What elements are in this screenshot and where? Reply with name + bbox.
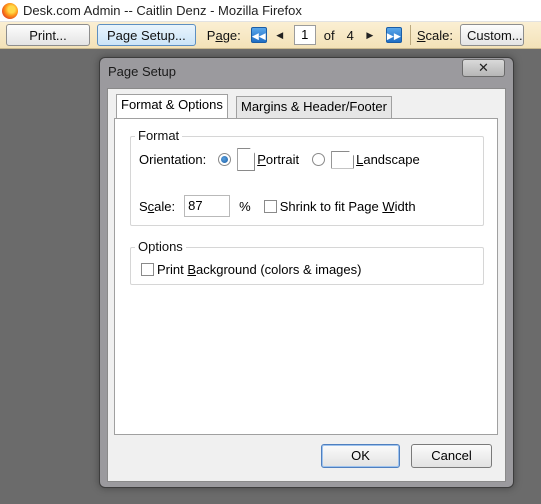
- page-label: Page:: [206, 27, 241, 43]
- tab-margins-header-footer[interactable]: Margins & Header/Footer: [236, 96, 392, 118]
- page-setup-dialog: Page Setup ✕ Format & Options Margins & …: [99, 57, 514, 488]
- scale-row: Scale: 87 % Shrink to fit Page Width: [139, 195, 416, 217]
- landscape-label[interactable]: Landscape: [356, 152, 420, 167]
- portrait-label[interactable]: Portrait: [257, 152, 299, 167]
- firefox-logo-icon: [2, 2, 18, 19]
- scale-select[interactable]: Custom...: [459, 24, 524, 46]
- tab-panel: Format Orientation: Portrait Landscape S…: [114, 118, 498, 435]
- ok-button[interactable]: OK: [321, 444, 400, 468]
- options-group: Options Print Background (colors & image…: [130, 239, 484, 285]
- close-icon[interactable]: ✕: [462, 59, 505, 77]
- tab-format-options[interactable]: Format & Options: [116, 94, 228, 118]
- format-group-title: Format: [135, 128, 183, 143]
- print-preview-toolbar: Print... Page Setup... Page: ◀◀ ◀ 1 of 4…: [0, 22, 541, 49]
- print-background-label[interactable]: Print Background (colors & images): [157, 262, 361, 277]
- shrink-to-fit-checkbox[interactable]: [263, 199, 277, 213]
- portrait-radio[interactable]: [218, 153, 232, 166]
- landscape-radio[interactable]: [312, 153, 326, 166]
- print-background-row: Print Background (colors & images): [141, 262, 361, 277]
- scale-label: Scale:: [416, 27, 453, 43]
- window-title: Desk.com Admin -- Caitlin Denz - Mozilla…: [23, 3, 302, 18]
- first-page-icon[interactable]: ◀◀: [250, 27, 267, 43]
- options-group-title: Options: [135, 239, 186, 254]
- next-page-icon[interactable]: ▶: [364, 30, 376, 41]
- window-titlebar: Desk.com Admin -- Caitlin Denz - Mozilla…: [0, 0, 541, 22]
- page-of-label: of: [323, 27, 335, 43]
- scale-field-label: Scale:: [139, 198, 176, 214]
- toolbar-separator: [409, 25, 411, 45]
- format-group: Format Orientation: Portrait Landscape S…: [130, 128, 484, 226]
- portrait-page-icon: [237, 148, 256, 171]
- print-background-checkbox[interactable]: [141, 263, 154, 276]
- page-setup-button[interactable]: Page Setup...: [97, 24, 196, 46]
- page-total: 4: [346, 27, 354, 43]
- orientation-row: Orientation: Portrait Landscape: [139, 148, 420, 171]
- cancel-button[interactable]: Cancel: [411, 444, 492, 468]
- print-button[interactable]: Print...: [6, 24, 90, 46]
- dialog-body: Format & Options Margins & Header/Footer…: [107, 88, 506, 482]
- scale-input[interactable]: 87: [184, 195, 231, 217]
- shrink-to-fit-label[interactable]: Shrink to fit Page Width: [280, 199, 416, 214]
- previous-page-icon[interactable]: ◀: [274, 30, 286, 41]
- page-number-input[interactable]: 1: [293, 25, 316, 45]
- landscape-page-icon: [331, 150, 355, 169]
- orientation-label: Orientation:: [139, 152, 207, 167]
- percent-label: %: [239, 198, 251, 214]
- last-page-icon[interactable]: ▶▶: [385, 27, 402, 43]
- dialog-title: Page Setup: [108, 64, 176, 79]
